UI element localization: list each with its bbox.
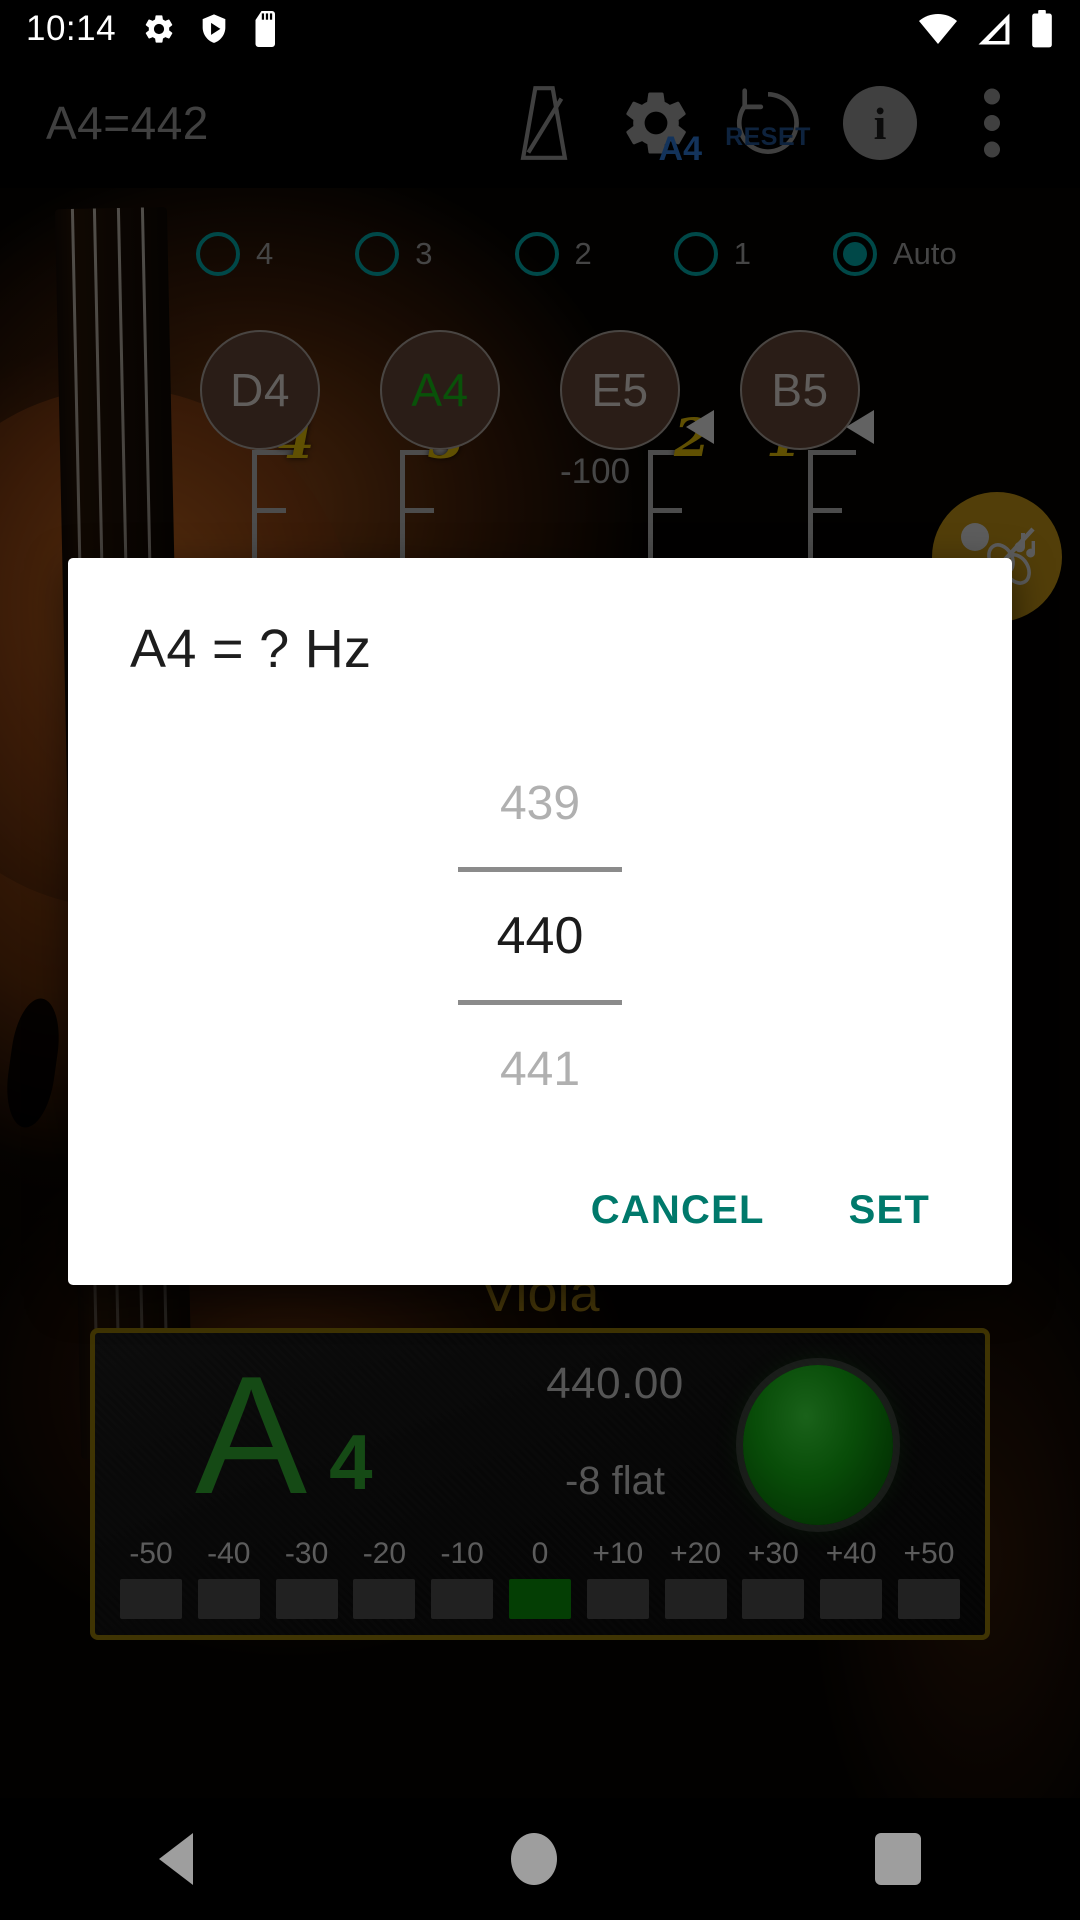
- a4-frequency-dialog: A4 = ? Hz 439 440 441 CANCEL SET: [68, 558, 1012, 1285]
- picker-item-selected[interactable]: 440: [68, 872, 1012, 1000]
- battery-icon: [1032, 10, 1052, 48]
- picker-item-previous[interactable]: 439: [68, 739, 1012, 867]
- recents-icon[interactable]: [875, 1833, 921, 1885]
- gear-icon: [145, 15, 173, 43]
- dialog-title: A4 = ? Hz: [130, 619, 372, 679]
- frequency-number-picker[interactable]: 439 440 441: [68, 726, 1012, 1146]
- cellular-signal-icon: [978, 13, 1010, 45]
- cancel-button[interactable]: CANCEL: [569, 1170, 787, 1251]
- play-protect-shield-icon: [202, 14, 226, 43]
- sd-card-icon: [255, 11, 276, 47]
- home-icon[interactable]: [511, 1833, 557, 1885]
- picker-item-next[interactable]: 441: [68, 1005, 1012, 1133]
- set-button[interactable]: SET: [827, 1170, 952, 1251]
- back-icon[interactable]: [159, 1833, 193, 1885]
- status-right-icons: [918, 10, 1054, 48]
- status-bar: 10:14: [0, 0, 1080, 58]
- android-nav-bar: [0, 1798, 1080, 1920]
- status-clock: 10:14: [26, 9, 117, 48]
- dialog-actions: CANCEL SET: [68, 1146, 1012, 1261]
- status-left-icons: [142, 11, 280, 47]
- wifi-icon: [919, 14, 957, 44]
- phone-screen: 10:14 A4 = ? Hz 439 440 441 CANCEL SET: [0, 0, 1080, 1920]
